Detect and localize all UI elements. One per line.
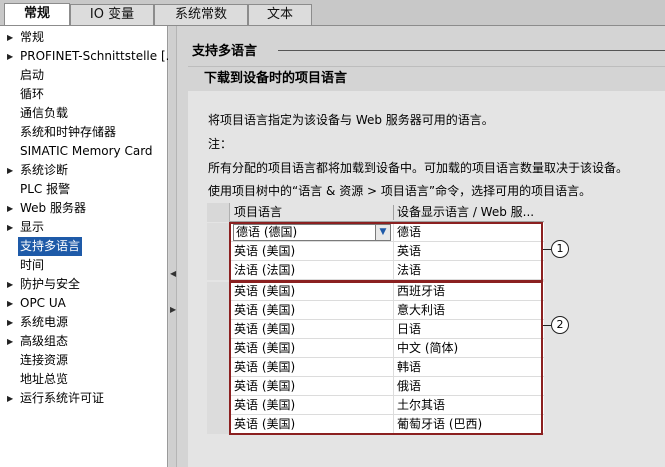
sidebar-item-label: 时间 [20, 258, 45, 272]
column-separator[interactable] [393, 205, 394, 220]
sidebar-item-communication-load[interactable]: 通信负载 [0, 104, 168, 123]
sidebar-navigation: ▶ 常规 ▶ PROFINET-Schnittstelle [... 启动 循环 通… [0, 26, 168, 467]
sidebar-item-system-power[interactable]: ▶ 系统电源 [0, 313, 168, 332]
sidebar-item-time[interactable]: 时间 [0, 256, 168, 275]
row-gutter [207, 415, 230, 434]
sidebar-item-label: SIMATIC Memory Card [20, 144, 153, 158]
sidebar-item-general[interactable]: ▶ 常规 [0, 28, 168, 47]
expand-arrow-icon[interactable]: ▶ [7, 275, 13, 294]
sidebar-item-label: 支持多语言 [18, 237, 83, 256]
sidebar-item-opc-ua[interactable]: ▶ OPC UA [0, 294, 168, 313]
sidebar-item-label: 连接资源 [20, 353, 69, 367]
sidebar-item-label: 循环 [20, 87, 45, 101]
sidebar-item-label: 显示 [20, 220, 45, 234]
section-title: 支持多语言 [192, 40, 264, 59]
sidebar-item-label: 地址总览 [20, 372, 69, 386]
row-gutter [207, 339, 230, 358]
tab-general[interactable]: 常规 [4, 3, 70, 27]
sidebar-item-label: 系统和时钟存储器 [20, 125, 117, 139]
sidebar-item-profinet[interactable]: ▶ PROFINET-Schnittstelle [... [0, 47, 168, 66]
sidebar-item-label: 高级组态 [20, 334, 69, 348]
callout-marker-2: 2 [551, 316, 569, 334]
expand-right-icon[interactable]: ▶ [170, 305, 176, 314]
panel-title: 下载到设备时的项目语言 [188, 67, 665, 91]
row-gutter [207, 223, 230, 242]
note-label: 注： [208, 137, 233, 151]
expand-arrow-icon[interactable]: ▶ [7, 389, 13, 408]
sidebar-item-label: PLC 报警 [20, 182, 71, 196]
row-gutter [207, 282, 230, 301]
column-header-display-language[interactable]: 设备显示语言 / Web 服... [397, 203, 542, 222]
sidebar-item-label: Web 服务器 [20, 201, 86, 215]
row-gutter [207, 261, 230, 280]
project-language-panel: 下载到设备时的项目语言 将项目语言指定为该设备与 Web 服务器可用的语言。 注… [188, 66, 665, 467]
callout-marker-1: 1 [551, 240, 569, 258]
sidebar-item-web-server[interactable]: ▶ Web 服务器 [0, 199, 168, 218]
expand-arrow-icon[interactable]: ▶ [7, 47, 13, 66]
expand-arrow-icon[interactable]: ▶ [7, 313, 13, 332]
sidebar-item-cycle[interactable]: 循环 [0, 85, 168, 104]
sidebar-item-label: 启动 [20, 68, 45, 82]
tab-texts[interactable]: 文本 [248, 4, 312, 26]
row-gutter [207, 301, 230, 320]
row-gutter [207, 242, 230, 261]
sidebar-item-advanced-config[interactable]: ▶ 高级组态 [0, 332, 168, 351]
tab-io-tags[interactable]: IO 变量 [70, 4, 154, 26]
sidebar-item-label: 运行系统许可证 [20, 391, 105, 405]
sidebar-item-startup[interactable]: 启动 [0, 66, 168, 85]
sidebar-item-multilingual-support[interactable]: 支持多语言 [0, 237, 168, 256]
pane-splitter[interactable]: ◀ ▶ [169, 26, 177, 467]
row-gutter [207, 358, 230, 377]
sidebar-item-plc-alarms[interactable]: PLC 报警 [0, 180, 168, 199]
callout-leader [543, 249, 551, 250]
expand-arrow-icon[interactable]: ▶ [7, 199, 13, 218]
description-line: 所有分配的项目语言都将加载到设备中。可加载的项目语言数量取决于该设备。 [208, 161, 629, 175]
expand-arrow-icon[interactable]: ▶ [7, 294, 13, 313]
column-header-project-language[interactable]: 项目语言 [234, 203, 394, 222]
description-line: 将项目语言指定为该设备与 Web 服务器可用的语言。 [208, 113, 494, 127]
section-divider [278, 50, 665, 51]
sidebar-item-system-diagnostics[interactable]: ▶ 系统诊断 [0, 161, 168, 180]
main-content: 支持多语言 下载到设备时的项目语言 将项目语言指定为该设备与 Web 服务器可用… [178, 26, 665, 467]
property-tab-bar: 常规 IO 变量 系统常数 文本 [0, 0, 665, 27]
sidebar-item-connection-resources[interactable]: 连接资源 [0, 351, 168, 370]
sidebar-item-label: 系统诊断 [20, 163, 69, 177]
expand-arrow-icon[interactable]: ▶ [7, 161, 13, 180]
expand-arrow-icon[interactable]: ▶ [7, 332, 13, 351]
sidebar-item-label: 系统电源 [20, 315, 69, 329]
sidebar-item-label: PROFINET-Schnittstelle [... [20, 49, 168, 63]
header-gutter [207, 203, 230, 222]
description-line: 使用项目树中的“语言 & 资源 > 项目语言”命令，选择可用的项目语言。 [208, 184, 592, 198]
row-gutter [207, 377, 230, 396]
highlight-group-2 [229, 281, 543, 435]
sidebar-item-label: 防护与安全 [20, 277, 81, 291]
collapse-left-icon[interactable]: ◀ [170, 269, 176, 278]
sidebar-item-label: OPC UA [20, 296, 66, 310]
sidebar-item-memory-card[interactable]: SIMATIC Memory Card [0, 142, 168, 161]
expand-arrow-icon[interactable]: ▶ [7, 218, 13, 237]
row-gutter [207, 396, 230, 415]
sidebar-item-address-overview[interactable]: 地址总览 [0, 370, 168, 389]
row-gutter [207, 320, 230, 339]
callout-leader [543, 325, 551, 326]
sidebar-item-runtime-licenses[interactable]: ▶ 运行系统许可证 [0, 389, 168, 408]
sidebar-item-protection-security[interactable]: ▶ 防护与安全 [0, 275, 168, 294]
sidebar-item-label: 常规 [20, 30, 45, 44]
highlight-group-1 [229, 222, 543, 282]
expand-arrow-icon[interactable]: ▶ [7, 28, 13, 47]
sidebar-item-label: 通信负载 [20, 106, 69, 120]
table-header: 项目语言 设备显示语言 / Web 服... [207, 203, 544, 222]
sidebar-item-system-clock-memory[interactable]: 系统和时钟存储器 [0, 123, 168, 142]
tab-system-constants[interactable]: 系统常数 [154, 4, 248, 26]
sidebar-item-display[interactable]: ▶ 显示 [0, 218, 168, 237]
